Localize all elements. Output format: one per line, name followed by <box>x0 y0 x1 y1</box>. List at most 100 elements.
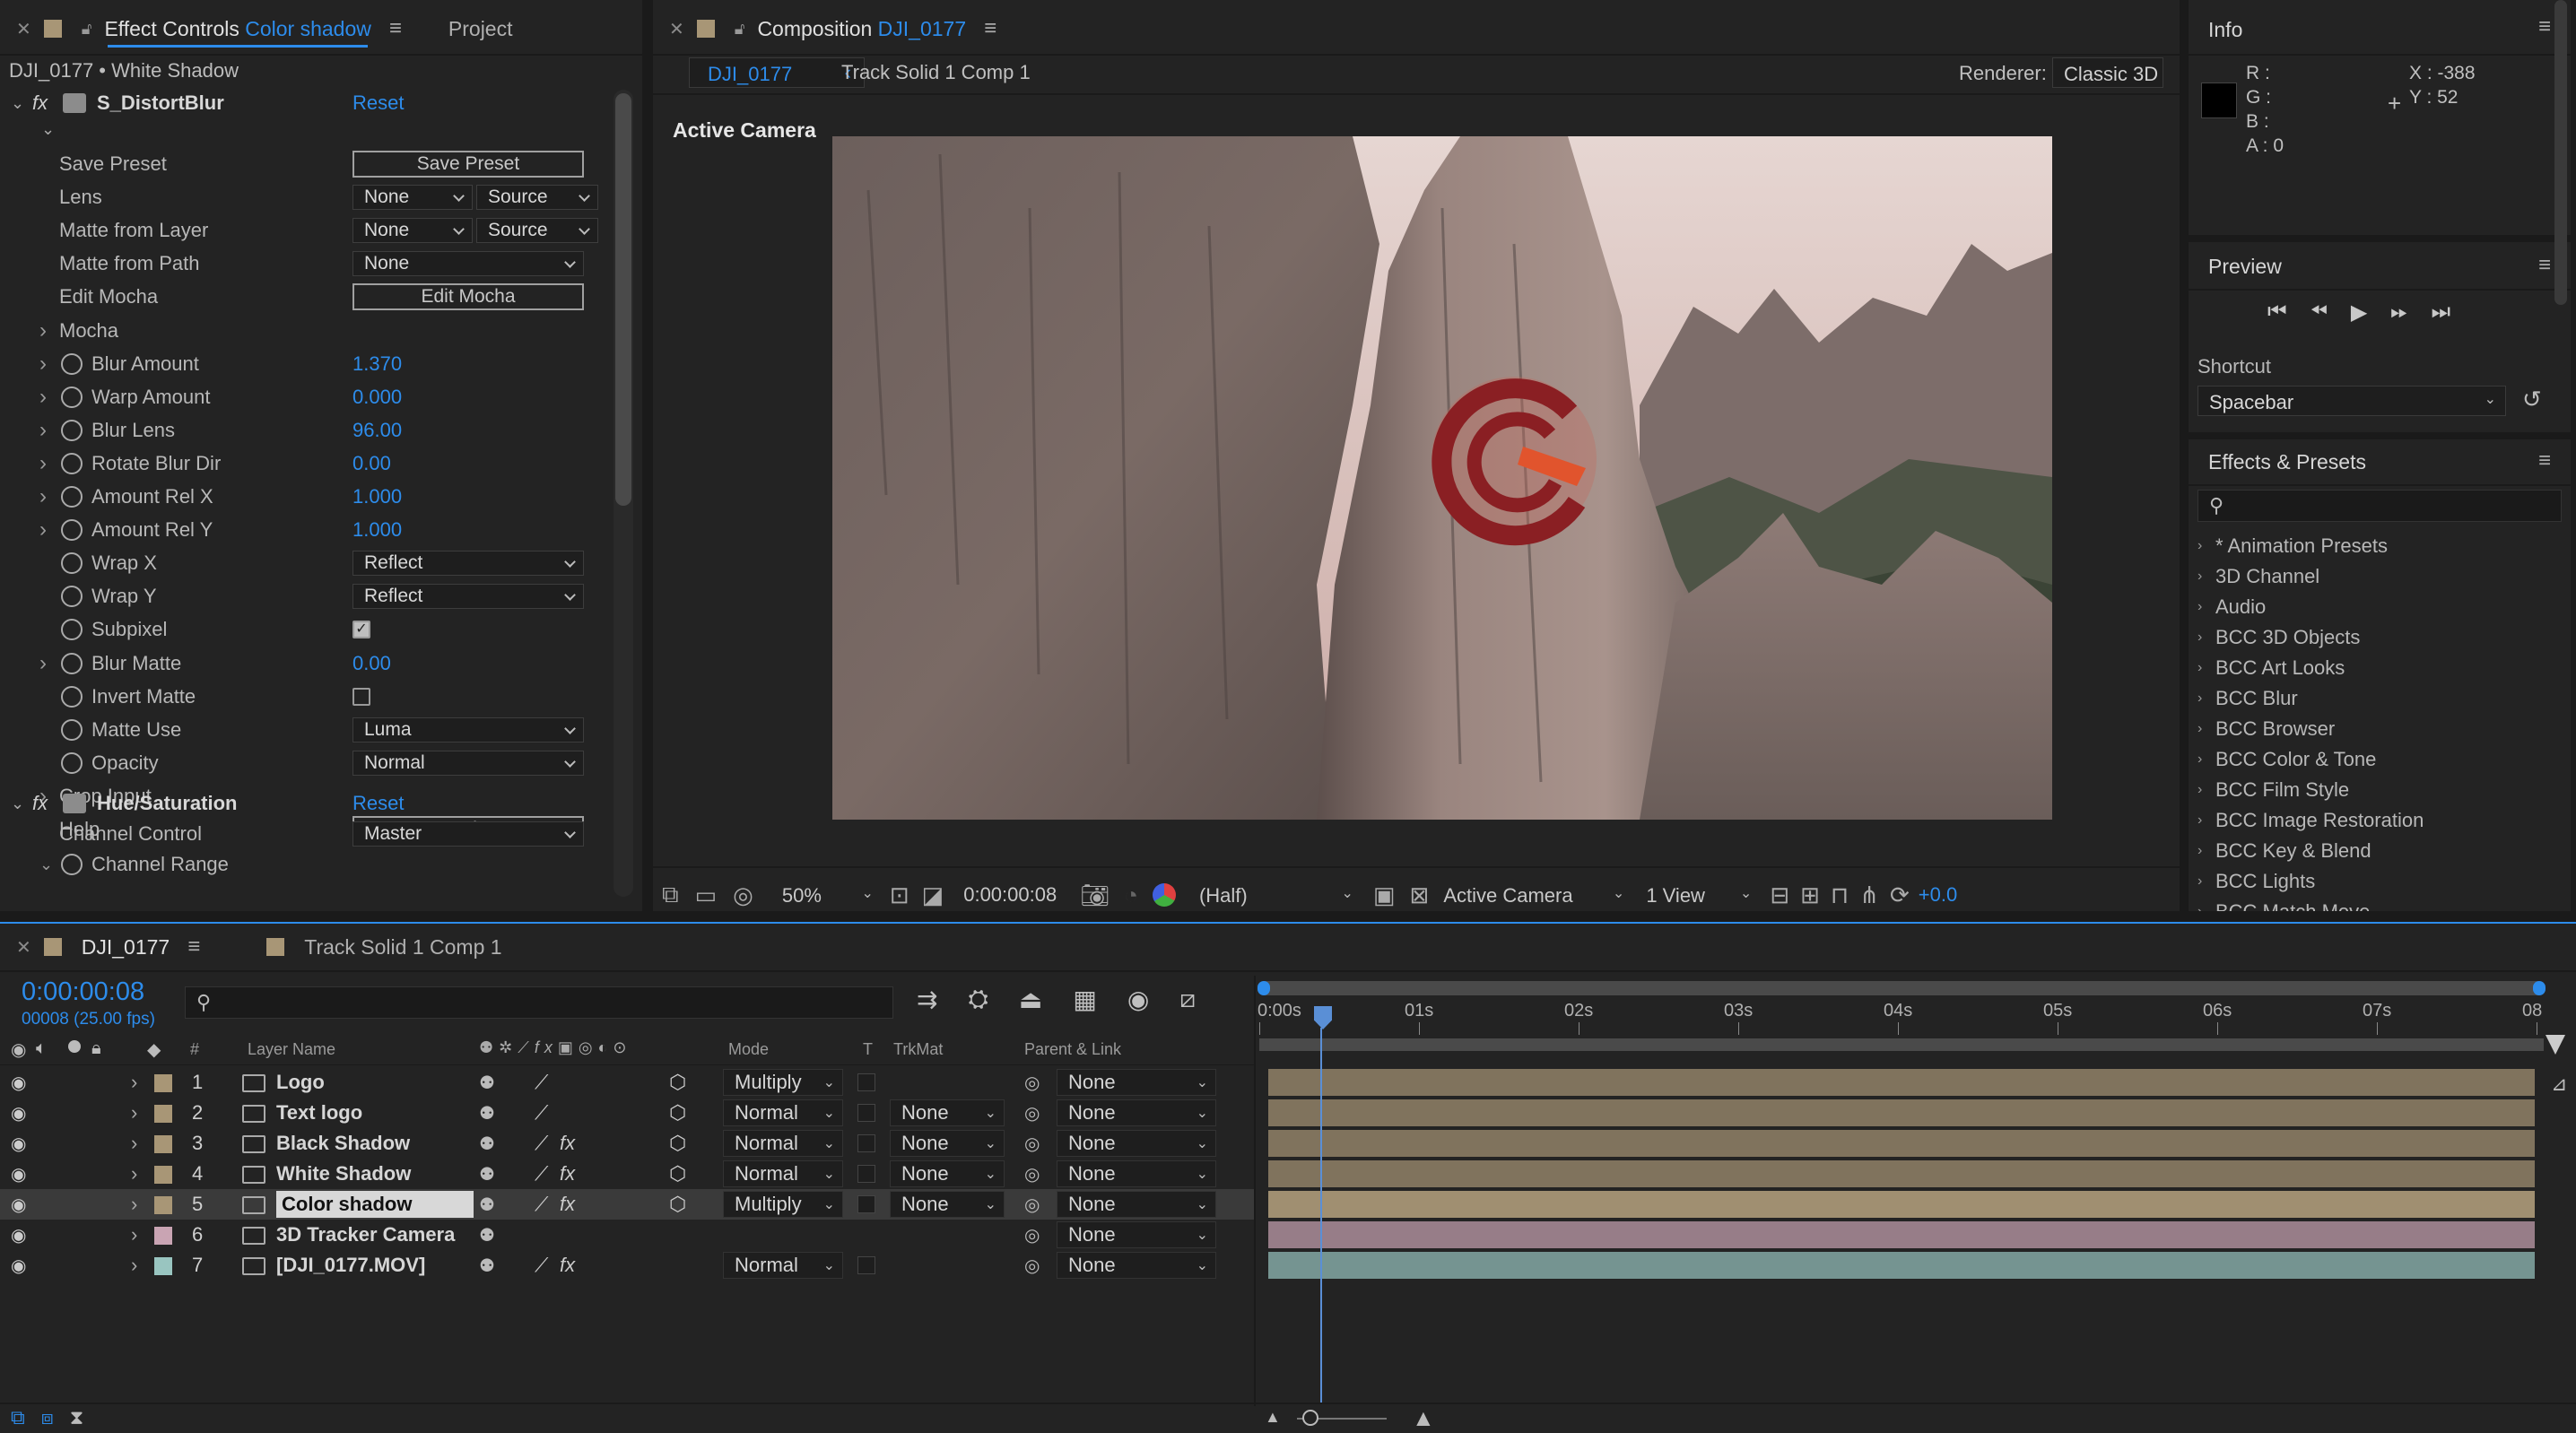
param-checkbox[interactable]: ✓ <box>352 621 370 639</box>
trkmat-dropdown[interactable]: None ⌄ <box>890 1130 1005 1157</box>
eye-icon[interactable]: ◉ <box>11 1038 26 1061</box>
3d-layer-icon[interactable]: ⬡ <box>669 1189 686 1220</box>
param-checkbox[interactable] <box>352 687 370 706</box>
pickwhip-icon[interactable]: ◎ <box>1024 1159 1040 1189</box>
chevron-right-icon[interactable]: › <box>39 418 47 443</box>
fast-previews-icon[interactable]: ▣ <box>1373 882 1396 909</box>
param-value[interactable]: 1.000 <box>352 485 402 508</box>
chevron-right-icon[interactable]: › <box>131 1250 137 1281</box>
chevron-right-icon[interactable]: › <box>39 352 47 377</box>
tab-project[interactable]: Project <box>448 17 513 41</box>
composition-viewer[interactable] <box>832 136 2052 820</box>
panel-menu-icon[interactable]: ≡ <box>2538 14 2551 39</box>
quality-switch-icon[interactable]: ⟋ <box>535 1189 548 1220</box>
label-icon[interactable]: ◆ <box>147 1038 161 1061</box>
param-value[interactable]: 96.00 <box>352 419 402 442</box>
3d-layer-icon[interactable]: ⬡ <box>669 1098 686 1128</box>
stopwatch-icon[interactable] <box>61 352 83 375</box>
layer-label-color[interactable] <box>154 1257 172 1275</box>
panel-menu-icon[interactable]: ≡ <box>984 16 996 41</box>
layer-duration-bar[interactable] <box>1268 1221 2535 1248</box>
3d-layer-icon[interactable]: ⬡ <box>669 1067 686 1098</box>
param-value[interactable]: 0.00 <box>352 652 391 675</box>
visibility-eye-icon[interactable]: ◉ <box>11 1189 26 1220</box>
parent-dropdown[interactable]: None ⌄ <box>1057 1191 1216 1218</box>
panel-menu-icon[interactable]: ≡ <box>389 16 402 41</box>
chevron-down-icon[interactable]: ⌄ <box>41 120 55 139</box>
visibility-eye-icon[interactable]: ◉ <box>11 1098 26 1128</box>
work-area-end-handle[interactable] <box>2533 981 2546 995</box>
visibility-eye-icon[interactable]: ◉ <box>11 1220 26 1250</box>
preserve-transparency-box[interactable] <box>857 1165 875 1183</box>
draft-3d-icon[interactable]: ⛭ <box>968 985 988 1014</box>
param-value[interactable]: 1.000 <box>352 518 402 542</box>
in-out-icon[interactable]: ⧗ <box>70 1406 83 1429</box>
param-value[interactable]: 0.000 <box>352 386 402 409</box>
effects-category[interactable]: › BCC Lights <box>2197 866 2556 897</box>
trkmat-dropdown[interactable]: None ⌄ <box>890 1191 1005 1218</box>
flowchart-icon[interactable]: ⊞ <box>1800 882 1820 909</box>
composition-mini-flowchart-icon[interactable]: ⇉ <box>917 985 937 1014</box>
effects-category[interactable]: › BCC Key & Blend <box>2197 836 2556 866</box>
stopwatch-icon[interactable] <box>61 386 83 408</box>
comp-breadcrumb-active[interactable]: DJI_0177 ‹ <box>689 57 865 88</box>
effects-search-input[interactable]: ⚲ <box>2197 490 2562 522</box>
timeline-current-time[interactable]: 0:00:00:08 <box>22 977 144 1007</box>
panel-menu-icon[interactable]: ≡ <box>187 934 200 960</box>
lock-icon[interactable]: 🔓︎ <box>735 20 745 39</box>
frame-blending-icon[interactable]: ▦ <box>1073 985 1096 1014</box>
shy-switch-icon[interactable]: ⚉ <box>479 1128 495 1159</box>
fx-switch-icon[interactable]: fx <box>560 1128 575 1159</box>
fx-switch-icon[interactable]: fx <box>560 1250 575 1281</box>
stopwatch-icon[interactable] <box>61 685 83 708</box>
layer-name[interactable]: Text logo <box>276 1098 362 1128</box>
parent-dropdown[interactable]: None ⌄ <box>1057 1252 1216 1279</box>
preserve-transparency-box[interactable] <box>857 1104 875 1122</box>
stopwatch-icon[interactable] <box>61 619 83 641</box>
trkmat-dropdown[interactable]: None ⌄ <box>890 1160 1005 1187</box>
zoom-slider[interactable] <box>1297 1410 1387 1426</box>
breadcrumb-nested-comp[interactable]: Track Solid 1 Comp 1 <box>841 61 1031 84</box>
mode-dropdown[interactable]: Normal ⌄ <box>723 1130 843 1157</box>
tab-timeline-nested[interactable]: Track Solid 1 Comp 1 <box>304 935 501 960</box>
layer-duration-bar[interactable] <box>1268 1069 2535 1096</box>
current-time[interactable]: 0:00:00:08 <box>963 883 1057 907</box>
pickwhip-icon[interactable]: ◎ <box>1024 1220 1040 1250</box>
pickwhip-icon[interactable]: ◎ <box>1024 1128 1040 1159</box>
layer-label-color[interactable] <box>154 1074 172 1092</box>
chevron-right-icon[interactable]: › <box>39 385 47 410</box>
parent-dropdown[interactable]: None ⌄ <box>1057 1130 1216 1157</box>
parent-dropdown[interactable]: None ⌄ <box>1057 1099 1216 1126</box>
reset-icon[interactable]: ↺ <box>2522 386 2542 413</box>
layer-name[interactable]: White Shadow <box>276 1159 411 1189</box>
param-value[interactable]: 1.370 <box>352 352 402 376</box>
effects-category[interactable]: › BCC Film Style <box>2197 775 2556 805</box>
shy-switch-icon[interactable]: ⚉ <box>479 1189 495 1220</box>
shy-switch-icon[interactable]: ⚉ <box>479 1250 495 1281</box>
solo-icon[interactable] <box>68 1040 81 1053</box>
stopwatch-icon[interactable] <box>61 718 83 741</box>
stopwatch-icon[interactable] <box>61 419 83 441</box>
chevron-right-icon[interactable]: › <box>131 1067 137 1098</box>
layer-name[interactable]: 3D Tracker Camera <box>276 1220 455 1250</box>
param-dropdown[interactable]: Reflect <box>352 551 584 577</box>
layer-row[interactable]: ◉ › 1 Logo ⚉ ⟋ ⬡ Multiply ⌄ ◎ None ⌄ <box>0 1067 1254 1098</box>
shy-switch-icon[interactable]: ⚉ <box>479 1067 495 1098</box>
stopwatch-icon[interactable] <box>61 751 83 774</box>
layer-row[interactable]: ◉ › 5 Color shadow ⚉ ⟋ fx ⬡ Multiply ⌄ None ⌄ ◎ None ⌄ <box>0 1189 1254 1220</box>
stopwatch-icon[interactable] <box>61 586 83 608</box>
comp-marker-icon[interactable]: ⊿ <box>2551 1073 2567 1096</box>
visibility-eye-icon[interactable]: ◉ <box>11 1159 26 1189</box>
quality-switch-icon[interactable]: ⟋ <box>535 1098 548 1128</box>
chevron-down-icon[interactable]: ⌄ <box>39 855 53 874</box>
param-dropdown-source[interactable]: Source <box>476 185 598 211</box>
tab-effect-controls[interactable]: Effect Controls Color shadow <box>104 17 370 41</box>
hide-shy-layers-icon[interactable]: ⏏︎ <box>1019 985 1042 1014</box>
layer-label-color[interactable] <box>154 1196 172 1214</box>
effect-header-distortblur[interactable]: ⌄ fx S_DistortBlur Reset <box>0 88 610 118</box>
reset-exposure-icon[interactable]: ⟳ <box>1890 882 1910 909</box>
toggle-transparency-icon[interactable]: ⊠ <box>1410 882 1430 909</box>
exposure-value[interactable]: +0.0 <box>1919 883 1957 907</box>
work-area-bar[interactable] <box>1258 981 2546 995</box>
play-icon[interactable]: ▶︎ <box>2351 300 2367 326</box>
